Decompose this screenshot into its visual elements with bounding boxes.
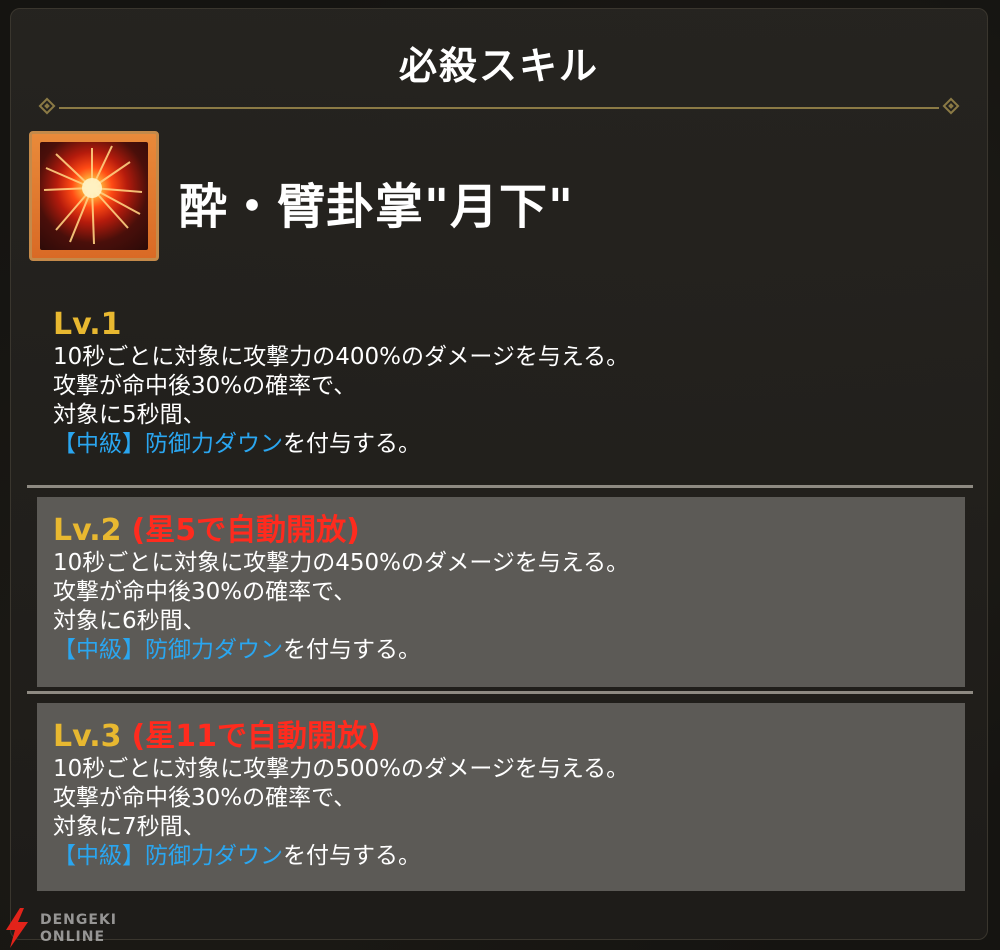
level-separator — [27, 485, 973, 488]
debuff-name: 【中級】防御力ダウン — [53, 431, 283, 457]
divider-diamond-left-icon — [38, 97, 56, 115]
skill-icon — [29, 131, 159, 261]
description-line: 攻撃が命中後30%の確率で、 — [53, 579, 357, 605]
skill-name: 酔・臂卦掌"月下" — [179, 179, 575, 235]
description-line-debuff: 【中級】防御力ダウンを付与する。 — [53, 430, 953, 459]
description-line: 対象に5秒間、 — [53, 402, 206, 428]
burst-rays-icon — [43, 145, 143, 245]
level-separator — [27, 691, 973, 694]
watermark-line-2: ONLINE — [40, 929, 106, 945]
description-line-debuff: 【中級】防御力ダウンを付与する。 — [53, 842, 965, 871]
unlock-condition: (星11で自動開放) — [131, 719, 381, 754]
skill-panel: 必殺スキル 酔・臂卦掌"月下" Lv.1 10秒ごとに対象に攻撃力の400%のダ… — [10, 8, 988, 940]
debuff-name: 【中級】防御力ダウン — [53, 843, 283, 869]
description-line: 攻撃が命中後30%の確率で、 — [53, 373, 357, 399]
level-label: Lv.1 — [53, 307, 122, 342]
level-header: Lv.2 (星5で自動開放) — [53, 513, 965, 549]
lightning-bolt-icon — [6, 908, 28, 948]
divider-line — [59, 107, 939, 109]
description-line: 対象に7秒間、 — [53, 814, 206, 840]
level-label: Lv.2 — [53, 513, 122, 548]
level-2-block: Lv.2 (星5で自動開放) 10秒ごとに対象に攻撃力の450%のダメージを与える… — [37, 497, 965, 687]
panel-title: 必殺スキル — [398, 44, 599, 88]
debuff-suffix: を付与する。 — [283, 431, 421, 457]
level-label: Lv.3 — [53, 719, 122, 754]
level-1-block: Lv.1 10秒ごとに対象に攻撃力の400%のダメージを与える。 攻撃が命中後3… — [53, 307, 953, 459]
watermark-line-1: DENGEKI — [40, 912, 118, 928]
debuff-suffix: を付与する。 — [283, 843, 421, 869]
description-line: 10秒ごとに対象に攻撃力の450%のダメージを与える。 — [53, 550, 630, 576]
description-line: 対象に6秒間、 — [53, 608, 206, 634]
level-header: Lv.1 — [53, 307, 953, 343]
description-line: 10秒ごとに対象に攻撃力の500%のダメージを与える。 — [53, 756, 630, 782]
title-divider — [37, 97, 961, 119]
description-line: 攻撃が命中後30%の確率で、 — [53, 785, 357, 811]
description-line: 10秒ごとに対象に攻撃力の400%のダメージを与える。 — [53, 344, 630, 370]
unlock-condition: (星5で自動開放) — [131, 513, 360, 548]
debuff-name: 【中級】防御力ダウン — [53, 637, 283, 663]
level-3-block: Lv.3 (星11で自動開放) 10秒ごとに対象に攻撃力の500%のダメージを与え… — [37, 703, 965, 891]
level-header: Lv.3 (星11で自動開放) — [53, 719, 965, 755]
description-line-debuff: 【中級】防御力ダウンを付与する。 — [53, 636, 965, 665]
background-frame: 必殺スキル 酔・臂卦掌"月下" Lv.1 10秒ごとに対象に攻撃力の400%のダ… — [0, 0, 1000, 950]
debuff-suffix: を付与する。 — [283, 637, 421, 663]
divider-diamond-right-icon — [942, 97, 960, 115]
watermark-logo: DENGEKI ONLINE — [0, 908, 130, 950]
